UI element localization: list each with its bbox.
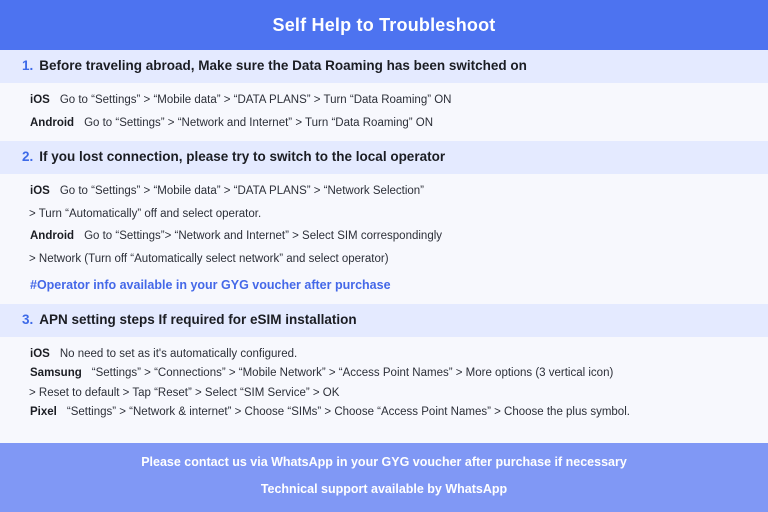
step-continuation: > Reset to default > Tap “Reset” > Selec… bbox=[29, 386, 340, 399]
section-2: 2. If you lost connection, please try to… bbox=[0, 141, 768, 304]
step-continuation: > Network (Turn off “Automatically selec… bbox=[29, 252, 389, 265]
step-row: Android Go to “Settings”> “Network and I… bbox=[30, 229, 746, 245]
operator-info-note: #Operator info available in your GYG vou… bbox=[30, 278, 391, 293]
step-row: iOS Go to “Settings” > “Mobile data” > “… bbox=[30, 184, 746, 200]
step-text: Go to “Settings” > “Network and Internet… bbox=[84, 116, 434, 129]
section-3: 3. APN setting steps If required for eSI… bbox=[0, 303, 768, 435]
device-label-ios: iOS bbox=[30, 185, 50, 198]
footer-support-line: Technical support available by WhatsApp bbox=[260, 482, 508, 497]
device-label-android: Android bbox=[30, 230, 75, 243]
step-text: Go to “Settings” > “Mobile data” > “DATA… bbox=[59, 185, 425, 198]
step-text: Go to “Settings”> “Network and Internet”… bbox=[84, 230, 443, 243]
device-label-samsung: Samsung bbox=[30, 367, 82, 380]
section-3-body: iOS No need to set as it's automatically… bbox=[0, 337, 768, 435]
step-text: “Settings” > “Connections” > “Mobile Net… bbox=[91, 367, 614, 380]
step-continuation: > Turn “Automatically” off and select op… bbox=[29, 207, 262, 220]
sections-container: 1. Before traveling abroad, Make sure th… bbox=[0, 50, 768, 443]
device-label-ios: iOS bbox=[30, 347, 50, 360]
section-2-number: 2. bbox=[22, 149, 34, 165]
step-text: Go to “Settings” > “Mobile data” > “DATA… bbox=[59, 94, 452, 107]
step-text: No need to set as it's automatically con… bbox=[59, 347, 298, 360]
section-3-number: 3. bbox=[22, 311, 34, 327]
section-3-header: 3. APN setting steps If required for eSI… bbox=[0, 303, 768, 337]
step-row: iOS No need to set as it's automatically… bbox=[30, 347, 746, 363]
section-1-title: Before traveling abroad, Make sure the D… bbox=[39, 58, 527, 73]
device-label-android: Android bbox=[30, 116, 75, 129]
troubleshoot-infographic: Self Help to Troubleshoot 1. Before trav… bbox=[0, 0, 768, 512]
section-2-header: 2. If you lost connection, please try to… bbox=[0, 141, 768, 175]
page-header: Self Help to Troubleshoot bbox=[0, 0, 768, 50]
step-row: Pixel “Settings” > “Network & internet” … bbox=[30, 405, 746, 421]
footer-contact-line: Please contact us via WhatsApp in your G… bbox=[141, 454, 627, 469]
page-footer: Please contact us via WhatsApp in your G… bbox=[0, 442, 768, 512]
page-title: Self Help to Troubleshoot bbox=[272, 15, 496, 35]
section-3-title: APN setting steps If required for eSIM i… bbox=[39, 311, 357, 327]
section-1-body: iOS Go to “Settings” > “Mobile data” > “… bbox=[0, 83, 768, 141]
step-row: Android Go to “Settings” > “Network and … bbox=[30, 116, 746, 132]
section-1-number: 1. bbox=[22, 58, 34, 73]
step-row: Samsung “Settings” > “Connections” > “Mo… bbox=[30, 366, 746, 382]
section-2-body: iOS Go to “Settings” > “Mobile data” > “… bbox=[0, 174, 768, 303]
step-text: “Settings” > “Network & internet” > Choo… bbox=[66, 406, 630, 419]
step-row: iOS Go to “Settings” > “Mobile data” > “… bbox=[30, 93, 746, 109]
section-1-header: 1. Before traveling abroad, Make sure th… bbox=[0, 50, 768, 84]
device-label-ios: iOS bbox=[30, 94, 50, 107]
device-label-pixel: Pixel bbox=[30, 406, 57, 419]
section-1: 1. Before traveling abroad, Make sure th… bbox=[0, 50, 768, 141]
section-2-title: If you lost connection, please try to sw… bbox=[39, 149, 446, 165]
